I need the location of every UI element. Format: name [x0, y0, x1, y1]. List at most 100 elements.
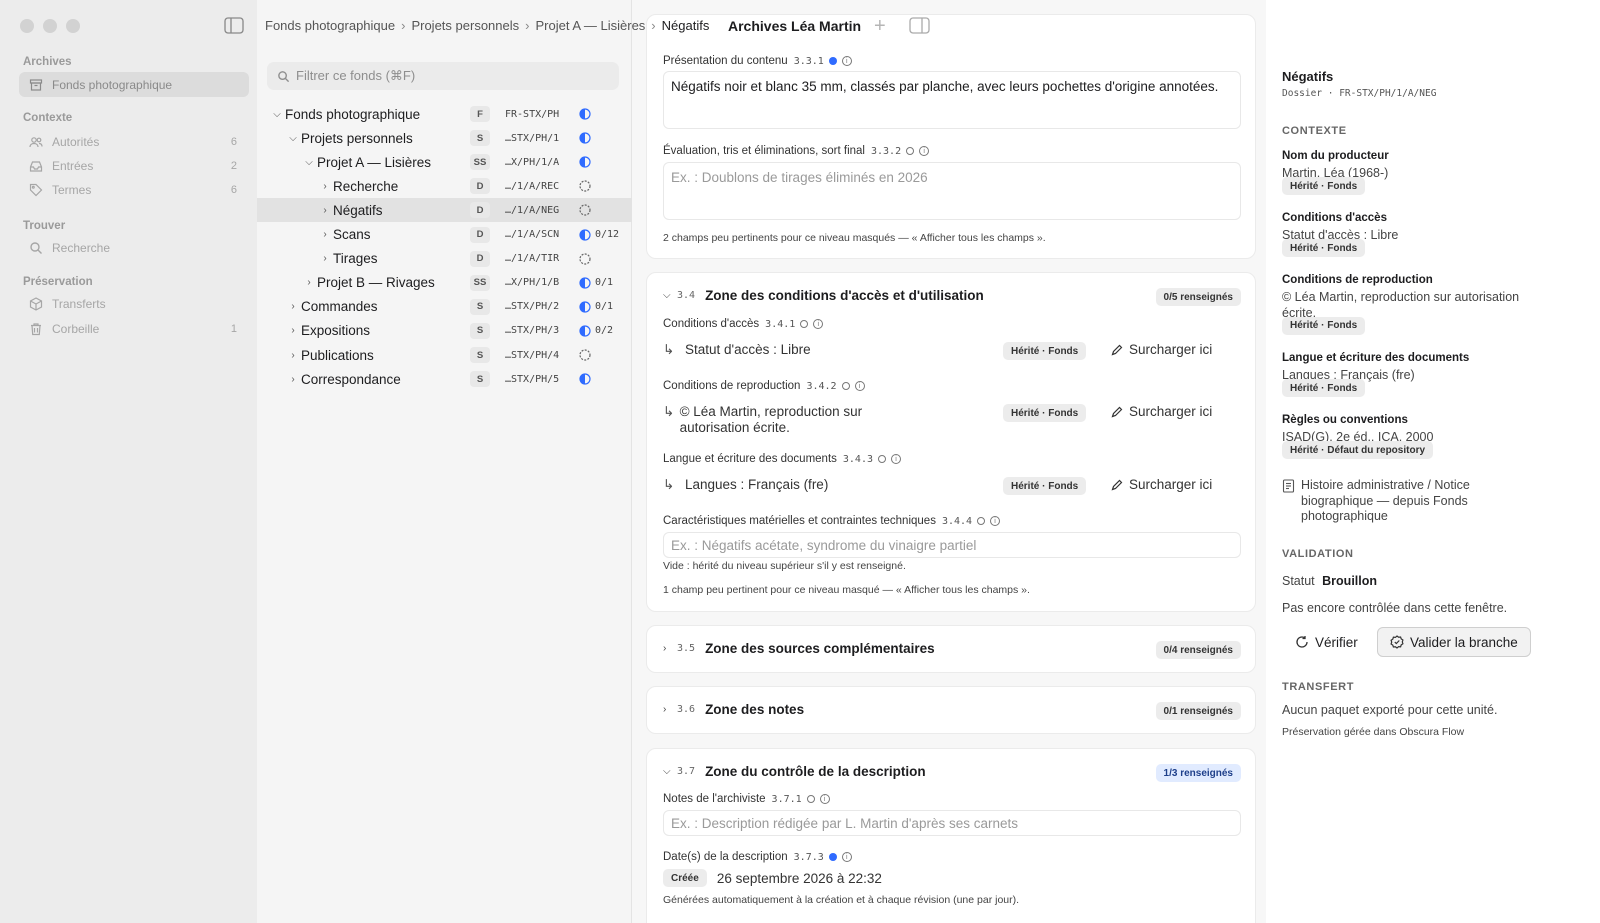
info-icon[interactable]: i [919, 146, 930, 156]
info-icon[interactable]: i [841, 852, 852, 862]
history-link[interactable]: Histoire administrative / Notice biograp… [1282, 478, 1542, 525]
zone-36-card[interactable]: › 3.6 Zone des notes 0/1 renseignés [646, 686, 1256, 734]
inspector-panel: Négatifs Dossier · FR-STX/PH/1/A/NEG CON… [1266, 0, 1600, 923]
presentation-textarea[interactable]: Négatifs noir et blanc 35 mm, classés pa… [663, 71, 1241, 129]
sidebar-item-recherche[interactable]: Recherche [19, 235, 249, 260]
chevron-right-icon[interactable]: › [285, 325, 301, 336]
sidebar-item-count: 6 [230, 183, 237, 196]
completion-indicator [579, 180, 595, 192]
dashed-circle-icon [579, 252, 591, 265]
tree-row[interactable]: › Scans D …/1/A/SCN 0/12 [257, 223, 632, 247]
field-label-text: Caractéristiques matérielles et contrain… [663, 515, 936, 527]
tree-row[interactable]: › Projet B — Rivages SS …X/PH/1/B 0/1 [257, 271, 632, 295]
field-code: 3.7.1 [771, 793, 802, 805]
completion-indicator [579, 373, 595, 385]
reference-code: …/1/A/REC [505, 180, 560, 192]
chevron-down-icon[interactable]: ⌵ [301, 157, 317, 168]
sidebar-item-fonds[interactable]: Fonds photographique [19, 72, 249, 97]
zone-header[interactable]: ⌵ 3.4 Zone des conditions d'accès et d'u… [663, 288, 984, 303]
sidebar-item-transferts[interactable]: Transferts [19, 291, 249, 316]
context-item-label: Règles ou conventions [1282, 414, 1408, 426]
physical-characteristics-input[interactable]: Ex. : Négatifs acétate, syndrome du vina… [663, 532, 1241, 558]
archive-box-icon [29, 78, 43, 91]
search-icon [30, 241, 42, 254]
hidden-fields-note[interactable]: 1 champ peu pertinent pour ce niveau mas… [663, 584, 1030, 596]
sidebar-item-corbeille[interactable]: Corbeille 1 [19, 316, 249, 341]
level-badge: SS [470, 154, 490, 171]
hidden-fields-note[interactable]: 2 champs peu pertinents pour ce niveau m… [663, 232, 1046, 244]
chevron-right-icon[interactable]: › [317, 205, 333, 216]
breadcrumb-current[interactable]: Négatifs [662, 18, 710, 33]
verify-button[interactable]: Vérifier [1283, 627, 1370, 657]
info-icon[interactable]: i [854, 381, 865, 391]
empty-dot-icon [800, 320, 809, 328]
chevron-right-icon[interactable]: › [285, 374, 301, 385]
tree-row[interactable]: › Publications S …STX/PH/4 [257, 343, 632, 367]
tree-row[interactable]: › Expositions S …STX/PH/3 0/2 [257, 319, 632, 343]
reference-code: …STX/PH/5 [505, 373, 560, 385]
zone-header[interactable]: › 3.5 Zone des sources complémentaires [663, 641, 935, 656]
breadcrumb: Fonds photographique › Projets personnels… [265, 18, 709, 33]
zone-header[interactable]: ⌵ 3.7 Zone du contrôle de la description [663, 764, 926, 779]
validate-branch-button[interactable]: Valider la branche [1377, 627, 1531, 657]
transfer-note: Préservation gérée dans Obscura Flow [1282, 726, 1465, 738]
zone-header[interactable]: › 3.6 Zone des notes [663, 702, 804, 717]
override-button[interactable]: Surcharger ici [1111, 477, 1212, 492]
tree-row[interactable]: › Commandes S …STX/PH/2 0/1 [257, 295, 632, 319]
chevron-right-icon[interactable]: › [317, 229, 333, 240]
chevron-right-icon[interactable]: › [285, 350, 301, 361]
tree-row-label: Tirages [333, 251, 378, 267]
plus-icon[interactable]: + [874, 15, 886, 38]
zone-35-card[interactable]: › 3.5 Zone des sources complémentaires 0… [646, 625, 1256, 673]
field-code: 3.4.2 [806, 380, 837, 392]
override-label: Surcharger ici [1129, 342, 1213, 357]
inherited-value: ↳ © Léa Martin, reproduction sur autoris… [663, 404, 903, 436]
sidebar-item-autorites[interactable]: Autorités 6 [19, 129, 249, 154]
info-icon[interactable]: i [841, 56, 852, 66]
breadcrumb-item[interactable]: Fonds photographique [265, 18, 395, 33]
chevron-right-icon[interactable]: › [317, 181, 333, 192]
field-label-text: Date(s) de la description [663, 851, 788, 863]
sidebar-item-label: Termes [52, 182, 92, 197]
override-button[interactable]: Surcharger ici [1111, 404, 1212, 419]
chevron-right-icon[interactable]: › [317, 253, 333, 264]
tree-row[interactable]: › Correspondance S …STX/PH/5 [257, 367, 632, 391]
field-label-text: Présentation du contenu [663, 55, 788, 67]
tree-row[interactable]: › Tirages D …/1/A/TIR [257, 247, 632, 271]
info-icon[interactable]: i [990, 516, 1001, 526]
history-link-text: Histoire administrative / Notice biograp… [1301, 478, 1470, 523]
completion-indicator [579, 252, 595, 265]
breadcrumb-item[interactable]: Projet A — Lisières [535, 18, 645, 33]
sidebar-toggle-icon[interactable] [224, 17, 244, 34]
trash-icon [31, 322, 41, 335]
tree-row[interactable]: ⌵ Projet A — Lisières SS …X/PH/1/A [257, 150, 632, 174]
sidebar-item-label: Entrées [52, 158, 94, 173]
completion-count: 0/2 [595, 325, 614, 337]
tree-row[interactable]: ⌵ Projets personnels S …STX/PH/1 [257, 126, 632, 150]
tree-row[interactable]: › Négatifs D …/1/A/NEG [257, 198, 632, 223]
sidebar-item-termes[interactable]: Termes 6 [19, 177, 249, 202]
status-row: Statut Brouillon [1282, 574, 1377, 588]
inherited-tag: Hérité · Défaut du repository [1282, 441, 1434, 459]
reference-code: …STX/PH/4 [505, 349, 560, 361]
filter-input[interactable]: Filtrer ce fonds (⌘F) [267, 62, 619, 90]
sidebar-item-label: Fonds photographique [52, 77, 173, 92]
chevron-down-icon[interactable]: ⌵ [269, 109, 285, 120]
chevron-right-icon[interactable]: › [301, 277, 317, 288]
breadcrumb-item[interactable]: Projets personnels [411, 18, 519, 33]
chevron-down-icon[interactable]: ⌵ [285, 133, 301, 144]
archivist-notes-input[interactable]: Ex. : Description rédigée par L. Martin … [663, 810, 1241, 836]
tree-row[interactable]: › Recherche D …/1/A/REC [257, 174, 632, 198]
inspector-toggle-icon[interactable] [909, 17, 930, 34]
evaluation-textarea[interactable]: Ex. : Doublons de tirages éliminés en 20… [663, 162, 1241, 220]
info-icon[interactable]: i [813, 319, 824, 329]
verify-label: Vérifier [1315, 634, 1358, 650]
tree-row[interactable]: ⌵ Fonds photographique F FR-STX/PH [257, 102, 632, 126]
tree-row-label: Expositions [301, 323, 371, 339]
override-button[interactable]: Surcharger ici [1111, 342, 1212, 357]
sidebar-item-entrees[interactable]: Entrées 2 [19, 153, 249, 178]
info-icon[interactable]: i [819, 794, 830, 804]
chevron-right-icon[interactable]: › [285, 301, 301, 312]
inherited-tag: Hérité · Fonds [1282, 177, 1366, 195]
info-icon[interactable]: i [891, 454, 901, 464]
